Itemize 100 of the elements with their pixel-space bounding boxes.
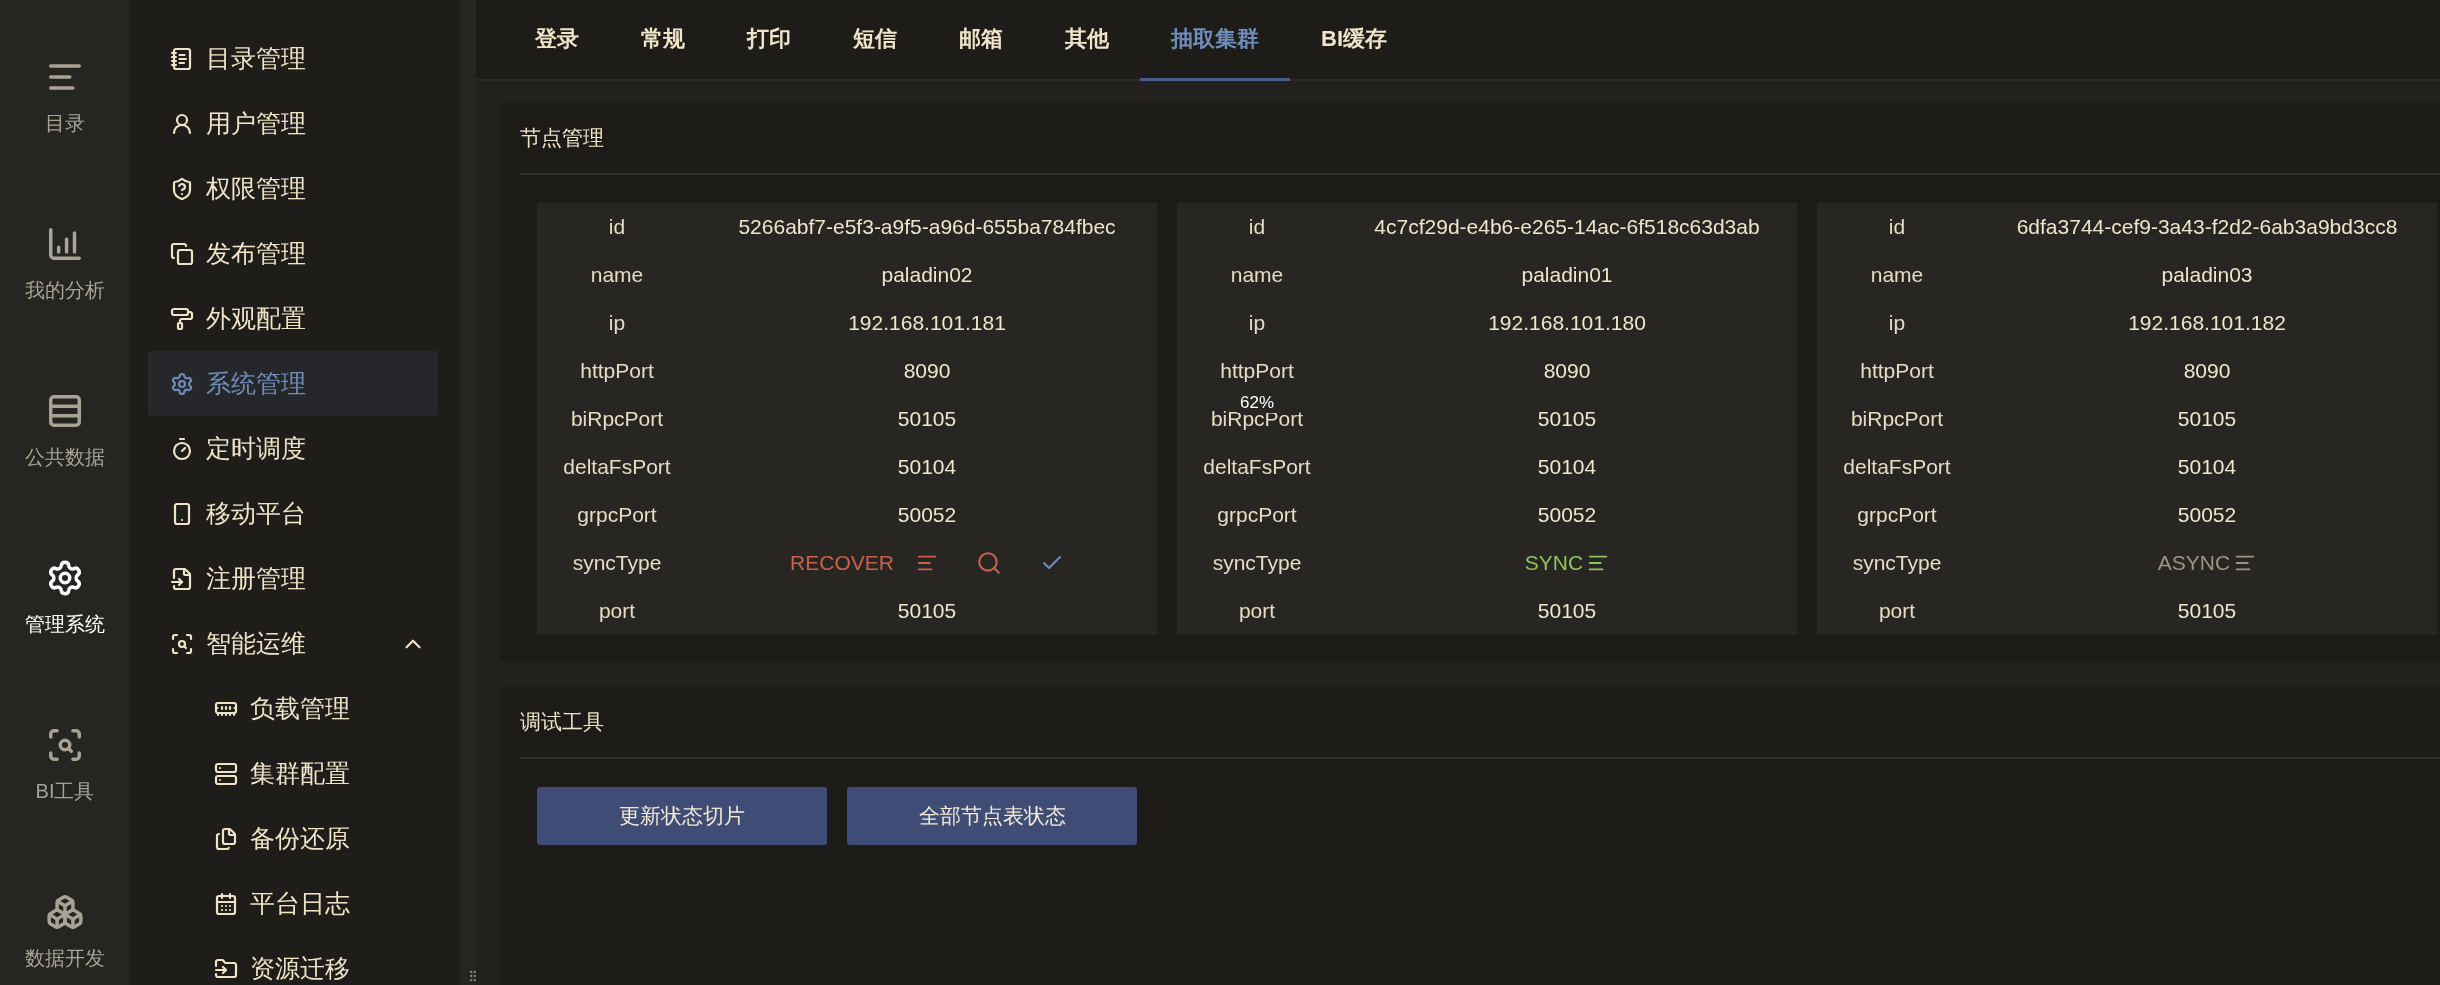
rail-item[interactable]: 目录 [45, 58, 85, 137]
tab[interactable]: 短信 [822, 0, 928, 81]
shield-icon [170, 176, 194, 201]
panel-title: 节点管理 [520, 125, 604, 151]
folder-icon [214, 956, 238, 981]
gear-icon [170, 371, 194, 396]
field-value: 192.168.101.180 [1488, 311, 1646, 335]
field-label: grpcPort [1217, 503, 1297, 527]
sidebar-item[interactable]: 平台日志 [148, 871, 438, 936]
sidebar-item[interactable]: 发布管理 [148, 221, 438, 286]
server-icon [46, 392, 84, 430]
files-icon [214, 826, 238, 851]
field-label: httpPort [1220, 359, 1294, 383]
tab[interactable]: BI缓存 [1290, 0, 1418, 81]
field-label: grpcPort [577, 503, 657, 527]
sidebar-item[interactable]: 权限管理 [148, 156, 438, 221]
tab[interactable]: 打印 [716, 0, 822, 81]
search-icon[interactable] [975, 550, 1002, 576]
sidebar-item[interactable]: 资源迁移 [148, 936, 438, 985]
field-label: grpcPort [1857, 503, 1937, 527]
sidebar-item[interactable]: 外观配置 [148, 286, 438, 351]
panel-title: 调试工具 [520, 709, 604, 735]
field-value: 4c7cf29d-e4b6-e265-14ac-6f518c63d3ab [1374, 215, 1760, 239]
sidebar-item[interactable]: 备份还原 [148, 806, 438, 871]
action-button[interactable]: 全部节点表状态 [847, 787, 1137, 845]
field-value: 192.168.101.181 [848, 311, 1006, 335]
field-value: 192.168.101.182 [2128, 311, 2286, 335]
field-value: 50105 [897, 407, 957, 431]
bar-chart-icon [46, 225, 84, 263]
sidebar-item[interactable]: 负载管理 [148, 676, 438, 741]
rail-item[interactable]: 我的分析 [25, 225, 105, 304]
copy-icon [170, 241, 194, 266]
field-value: 50105 [2177, 599, 2237, 623]
paint-roller-icon [170, 306, 194, 331]
field-value: 50105 [897, 599, 957, 623]
tab[interactable]: 邮箱 [928, 0, 1034, 81]
field-value: 5266abf7-e5f3-a9f5-a96d-655ba784fbec [738, 215, 1116, 239]
field-value: 50052 [2177, 503, 2237, 527]
field-value: 50104 [2177, 455, 2237, 479]
user-icon [170, 111, 194, 136]
field-label: id [1888, 215, 1906, 239]
field-label: ip [1248, 311, 1266, 335]
cubes-icon [46, 893, 84, 931]
field-label: deltaFsPort [1843, 455, 1951, 479]
rail-item[interactable]: BI工具 [35, 726, 95, 805]
field-value: 50104 [1537, 455, 1597, 479]
magnifier-icon [170, 631, 194, 656]
magnifier-icon [46, 726, 84, 764]
field-value: 50105 [2177, 407, 2237, 431]
field-value: paladin01 [1521, 263, 1613, 287]
field-label: port [598, 599, 636, 623]
field-label: port [1238, 599, 1276, 623]
field-label: syncType [1212, 551, 1302, 575]
field-label: name [1870, 263, 1924, 287]
field-value: 50052 [897, 503, 957, 527]
sidebar-item[interactable]: 系统管理 [148, 351, 438, 416]
rail-item[interactable]: 公共数据 [25, 392, 105, 471]
field-value: 8090 [2183, 359, 2231, 383]
sync-type-value: ASYNC [2157, 551, 2231, 575]
document-icon [170, 46, 194, 71]
field-label: ip [1888, 311, 1906, 335]
field-value: paladin03 [2161, 263, 2253, 287]
calendar-icon [214, 891, 238, 916]
tab[interactable]: 其他 [1034, 0, 1140, 81]
field-label: deltaFsPort [563, 455, 671, 479]
field-label: biRpcPort [570, 407, 664, 431]
sync-type-value: SYNC [1524, 551, 1584, 575]
field-value: 8090 [903, 359, 951, 383]
sidebar-item[interactable]: 移动平台 [148, 481, 438, 546]
field-value: 6dfa3744-cef9-3a43-f2d2-6ab3a9bd3cc8 [2016, 215, 2398, 239]
gear-icon [46, 559, 84, 597]
field-label: id [608, 215, 626, 239]
sidebar-item[interactable]: 智能运维 [148, 611, 438, 676]
progress-label: 62% [1237, 393, 1277, 413]
field-label: syncType [1852, 551, 1942, 575]
sidebar-item[interactable]: 注册管理 [148, 546, 438, 611]
action-button[interactable]: 更新状态切片 [537, 787, 827, 845]
field-label: id [1248, 215, 1266, 239]
field-label: ip [608, 311, 626, 335]
field-label: name [1230, 263, 1284, 287]
field-value: 50104 [897, 455, 957, 479]
server-icon [214, 761, 238, 786]
field-value: 50105 [1537, 407, 1597, 431]
field-label: syncType [572, 551, 662, 575]
field-label: httpPort [1860, 359, 1934, 383]
field-value: paladin02 [881, 263, 973, 287]
timer-icon [170, 436, 194, 461]
field-label: biRpcPort [1850, 407, 1944, 431]
form-icon [170, 566, 194, 591]
sidebar-item[interactable]: 目录管理 [148, 26, 438, 91]
rail-item[interactable]: 数据开发 [25, 893, 105, 972]
sidebar-item[interactable]: 定时调度 [148, 416, 438, 481]
rail-item[interactable]: 管理系统 [25, 559, 105, 638]
field-label: port [1878, 599, 1916, 623]
field-label: httpPort [580, 359, 654, 383]
sync-type-value: RECOVER [790, 551, 894, 575]
tab[interactable]: 常规 [610, 0, 716, 81]
sidebar-item[interactable]: 用户管理 [148, 91, 438, 156]
sidebar-item[interactable]: 集群配置 [148, 741, 438, 806]
tab[interactable]: 登录 [504, 0, 610, 81]
